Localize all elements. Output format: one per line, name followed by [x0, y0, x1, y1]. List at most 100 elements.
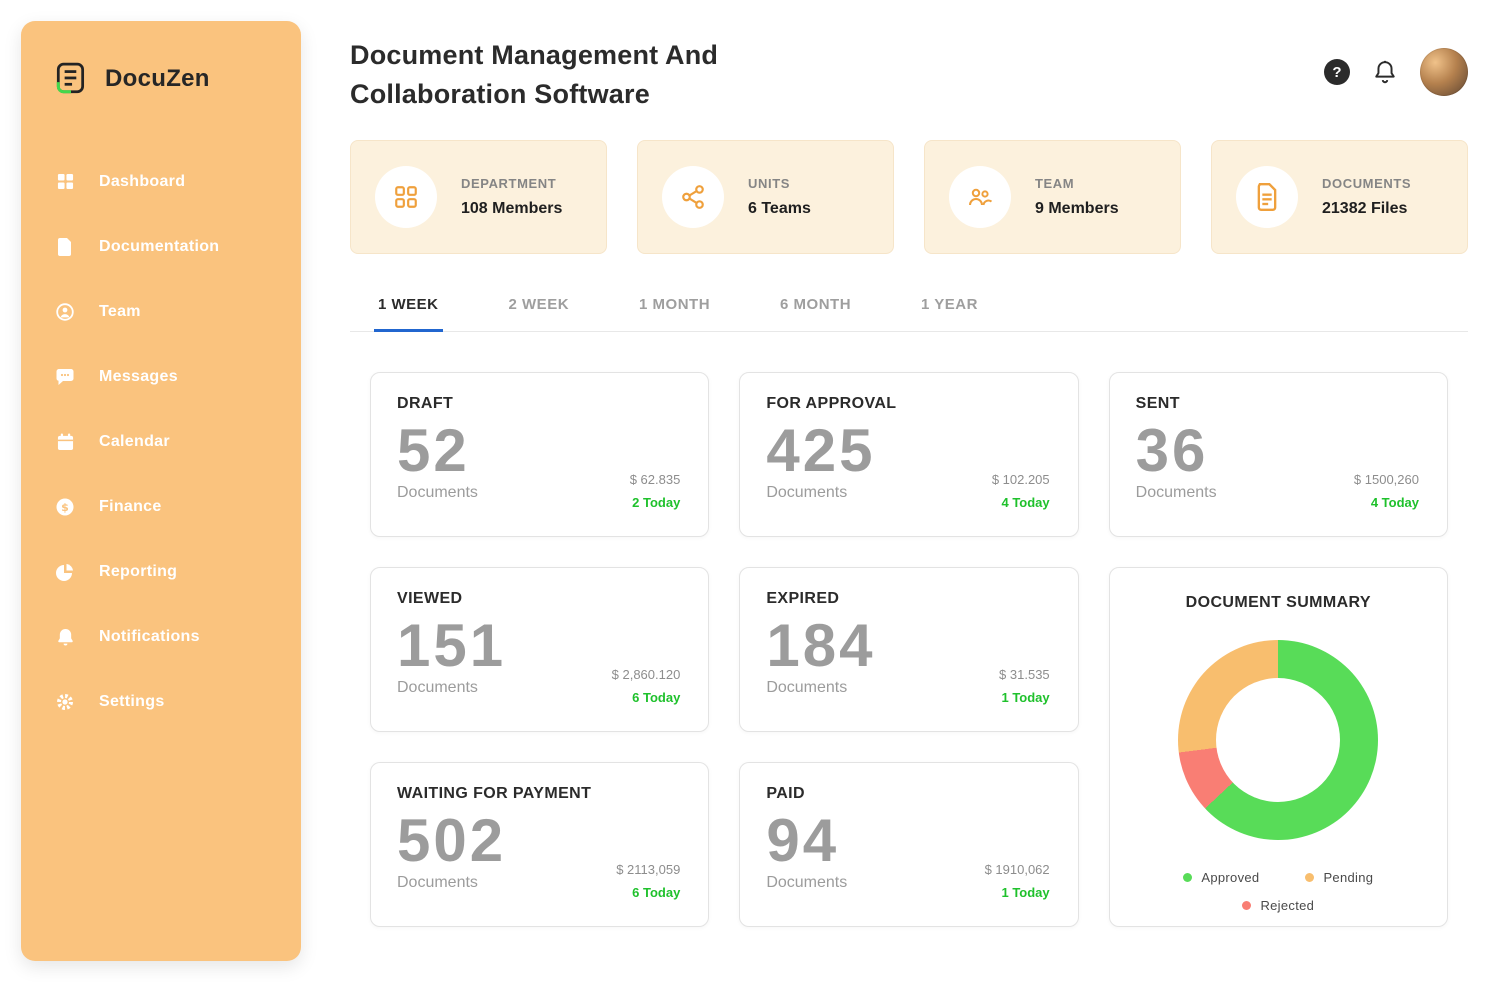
- metric-card-amount: $ 1910,062: [985, 862, 1050, 877]
- stat-label: TEAM: [1035, 176, 1119, 191]
- calendar-icon: [55, 433, 75, 451]
- sidebar-item-dashboard[interactable]: Dashboard: [21, 149, 301, 214]
- metric-card-amount: $ 102.205: [992, 472, 1050, 487]
- tab-1-year[interactable]: 1 YEAR: [917, 296, 982, 331]
- metric-card-sent: SENT36Documents$ 1500,2604 Today: [1109, 372, 1448, 537]
- stat-card-documents: DOCUMENTS 21382 Files: [1211, 140, 1468, 254]
- logo: DocuZen: [21, 21, 301, 97]
- sidebar-item-settings[interactable]: Settings: [21, 669, 301, 734]
- file-icon: [1236, 166, 1298, 228]
- metric-card-today: 2 Today: [630, 495, 681, 510]
- metric-card-title: SENT: [1136, 395, 1421, 413]
- stat-value: 21382 Files: [1322, 200, 1411, 218]
- message-icon: [55, 368, 75, 386]
- document-summary-card: DOCUMENT SUMMARY ApprovedPending Rejected: [1109, 567, 1448, 927]
- sidebar-item-label: Settings: [99, 693, 165, 711]
- chart-legend: ApprovedPending Rejected: [1136, 870, 1421, 913]
- metric-card-today: 4 Today: [1354, 495, 1419, 510]
- tab-6-month[interactable]: 6 MONTH: [776, 296, 855, 331]
- sidebar-item-label: Documentation: [99, 238, 219, 256]
- sidebar-item-label: Dashboard: [99, 173, 185, 191]
- metric-card-today: 4 Today: [992, 495, 1050, 510]
- legend-row: Rejected: [1242, 898, 1314, 913]
- tab-1-month[interactable]: 1 MONTH: [635, 296, 714, 331]
- sidebar-item-calendar[interactable]: Calendar: [21, 409, 301, 474]
- stat-card-units: UNITS 6 Teams: [637, 140, 894, 254]
- sidebar-item-messages[interactable]: Messages: [21, 344, 301, 409]
- metric-card-today: 1 Today: [999, 690, 1050, 705]
- bell-icon[interactable]: [1374, 60, 1396, 84]
- metric-card-title: VIEWED: [397, 590, 682, 608]
- header-actions: ?: [1324, 48, 1468, 96]
- metric-card-side: $ 31.535 1 Today: [999, 667, 1050, 705]
- tabs: 1 WEEK 2 WEEK 1 MONTH 6 MONTH 1 YEAR: [350, 296, 1468, 332]
- help-icon[interactable]: ?: [1324, 59, 1350, 85]
- avatar[interactable]: [1420, 48, 1468, 96]
- stat-card-department: DEPARTMENT108 Members: [350, 140, 607, 254]
- stat-value: 108 Members: [461, 200, 562, 218]
- header: Document Management And Collaboration So…: [350, 0, 1468, 114]
- tab-2-week[interactable]: 2 WEEK: [505, 296, 574, 331]
- grid-icon: [375, 166, 437, 228]
- legend-item-rejected: Rejected: [1242, 898, 1314, 913]
- dollar-icon: $: [55, 498, 75, 516]
- stat-card-team: TEAM 9 Members: [924, 140, 1181, 254]
- sidebar-item-label: Reporting: [99, 563, 177, 581]
- sidebar-item-label: Notifications: [99, 628, 200, 646]
- logo-text: DocuZen: [105, 65, 210, 93]
- sidebar-item-label: Team: [99, 303, 141, 321]
- sidebar: DocuZen Dashboard Documentation Team Messag…: [21, 21, 301, 961]
- legend-dot: [1305, 873, 1314, 882]
- svg-text:$: $: [61, 501, 69, 514]
- legend-label: Rejected: [1260, 898, 1314, 913]
- metric-card-viewed: VIEWED151Documents$ 2,860.1206 Today: [370, 567, 709, 732]
- sidebar-item-documentation[interactable]: Documentation: [21, 214, 301, 279]
- sidebar-item-finance[interactable]: $ Finance: [21, 474, 301, 539]
- metric-card-today: 6 Today: [616, 885, 680, 900]
- metric-card-waiting-for-payment: WAITING FOR PAYMENT502Documents$ 2113,05…: [370, 762, 709, 927]
- sidebar-item-notifications[interactable]: Notifications: [21, 604, 301, 669]
- metric-card-side: $ 2,860.120 6 Today: [612, 667, 681, 705]
- sidebar-item-label: Messages: [99, 368, 178, 386]
- users-icon: [949, 166, 1011, 228]
- metric-card-expired: EXPIRED184Documents$ 31.5351 Today: [739, 567, 1078, 732]
- sidebar-item-reporting[interactable]: Reporting: [21, 539, 301, 604]
- stat-label: DOCUMENTS: [1322, 176, 1411, 191]
- metric-card-side: $ 102.205 4 Today: [992, 472, 1050, 510]
- legend-label: Pending: [1323, 870, 1373, 885]
- main-content: Document Management And Collaboration So…: [350, 0, 1468, 982]
- donut-hole: [1216, 678, 1340, 802]
- metric-card-amount: $ 2113,059: [616, 862, 680, 877]
- metric-card-title: DRAFT: [397, 395, 682, 413]
- stat-value: 9 Members: [1035, 200, 1119, 218]
- sidebar-nav: Dashboard Documentation Team Messages Calend…: [21, 149, 301, 734]
- legend-dot: [1242, 901, 1251, 910]
- metric-card-today: 1 Today: [985, 885, 1050, 900]
- tab-1-week[interactable]: 1 WEEK: [374, 296, 443, 332]
- sidebar-item-label: Calendar: [99, 433, 170, 451]
- metric-card-today: 6 Today: [612, 690, 681, 705]
- metric-card-side: $ 2113,059 6 Today: [616, 862, 680, 900]
- metric-card-amount: $ 31.535: [999, 667, 1050, 682]
- docuzen-logo-icon: [53, 61, 89, 97]
- metric-card-amount: $ 2,860.120: [612, 667, 681, 682]
- donut-chart: [1178, 640, 1378, 840]
- metric-card-amount: $ 1500,260: [1354, 472, 1419, 487]
- stat-value: 6 Teams: [748, 200, 811, 218]
- metric-card-title: EXPIRED: [766, 590, 1051, 608]
- metric-card-amount: $ 62.835: [630, 472, 681, 487]
- page-title: Document Management And Collaboration So…: [350, 36, 830, 114]
- document-icon: [55, 238, 75, 256]
- user-icon: [55, 303, 75, 321]
- legend-dot: [1183, 873, 1192, 882]
- metric-card-title: WAITING FOR PAYMENT: [397, 785, 682, 803]
- metric-card-draft: DRAFT52Documents$ 62.8352 Today: [370, 372, 709, 537]
- stat-label: UNITS: [748, 176, 811, 191]
- summary-title: DOCUMENT SUMMARY: [1136, 594, 1421, 612]
- sidebar-item-team[interactable]: Team: [21, 279, 301, 344]
- metric-card-side: $ 1910,062 1 Today: [985, 862, 1050, 900]
- gear-icon: [55, 693, 75, 711]
- legend-row: ApprovedPending: [1183, 870, 1373, 885]
- sidebar-item-label: Finance: [99, 498, 162, 516]
- metric-card-for-approval: FOR APPROVAL425Documents$ 102.2054 Today: [739, 372, 1078, 537]
